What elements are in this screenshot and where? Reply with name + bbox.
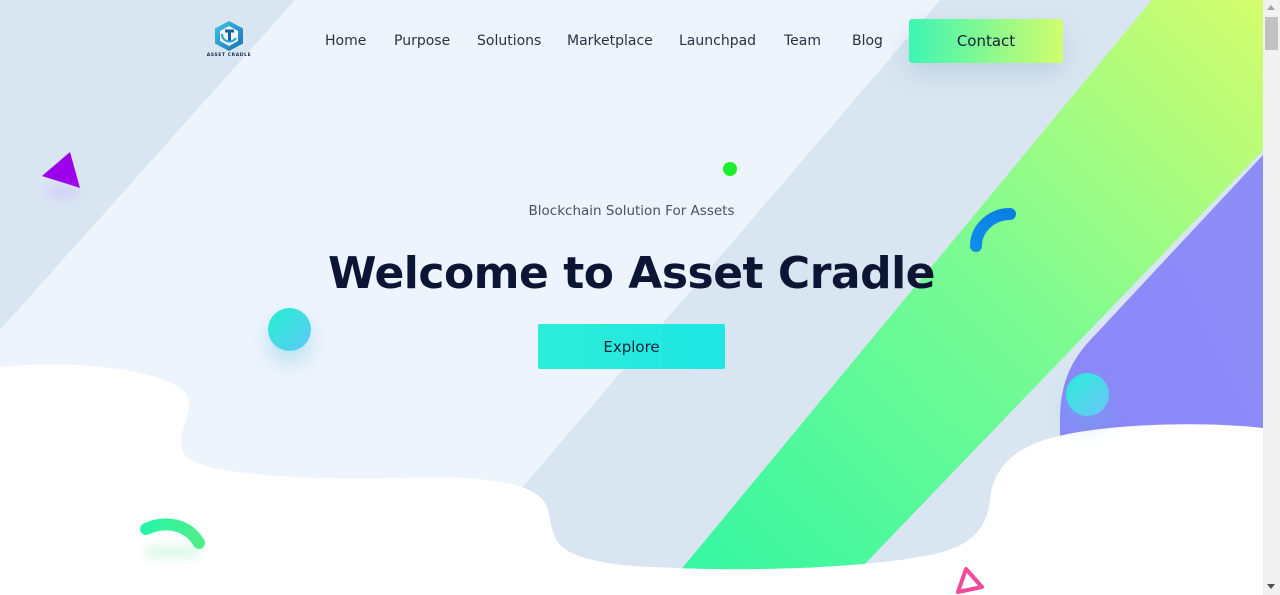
hero-title: Welcome to Asset Cradle (327, 248, 936, 299)
nav-item-purpose[interactable]: Purpose (394, 30, 450, 52)
nav-item-blog[interactable]: Blog (852, 30, 883, 52)
scrollbar-thumb[interactable] (1265, 17, 1278, 50)
hero-subtitle: Blockchain Solution For Assets (528, 203, 735, 219)
explore-button[interactable]: Explore (538, 324, 725, 369)
vertical-scrollbar[interactable] (1263, 0, 1280, 595)
nav-item-launchpad[interactable]: Launchpad (679, 30, 756, 52)
nav-item-marketplace[interactable]: Marketplace (567, 30, 653, 52)
scroll-up-arrow-icon[interactable] (1267, 5, 1275, 10)
asset-cradle-logo-icon (215, 21, 243, 51)
site-logo[interactable]: ASSET CRADLE (206, 20, 252, 62)
nav-item-home[interactable]: Home (325, 30, 366, 52)
nav-item-team[interactable]: Team (784, 30, 821, 52)
nav-item-solutions[interactable]: Solutions (477, 30, 541, 52)
landing-page: ASSET CRADLE Home Purpose Solutions Mark… (0, 0, 1280, 595)
green-dot-decoration (723, 162, 737, 176)
teal-ball-decoration (268, 308, 311, 351)
scroll-down-arrow-icon[interactable] (1267, 584, 1275, 589)
logo-wordmark: ASSET CRADLE (206, 53, 252, 58)
contact-button[interactable]: Contact (909, 19, 1063, 63)
cyan-ball-decoration (1066, 373, 1109, 416)
